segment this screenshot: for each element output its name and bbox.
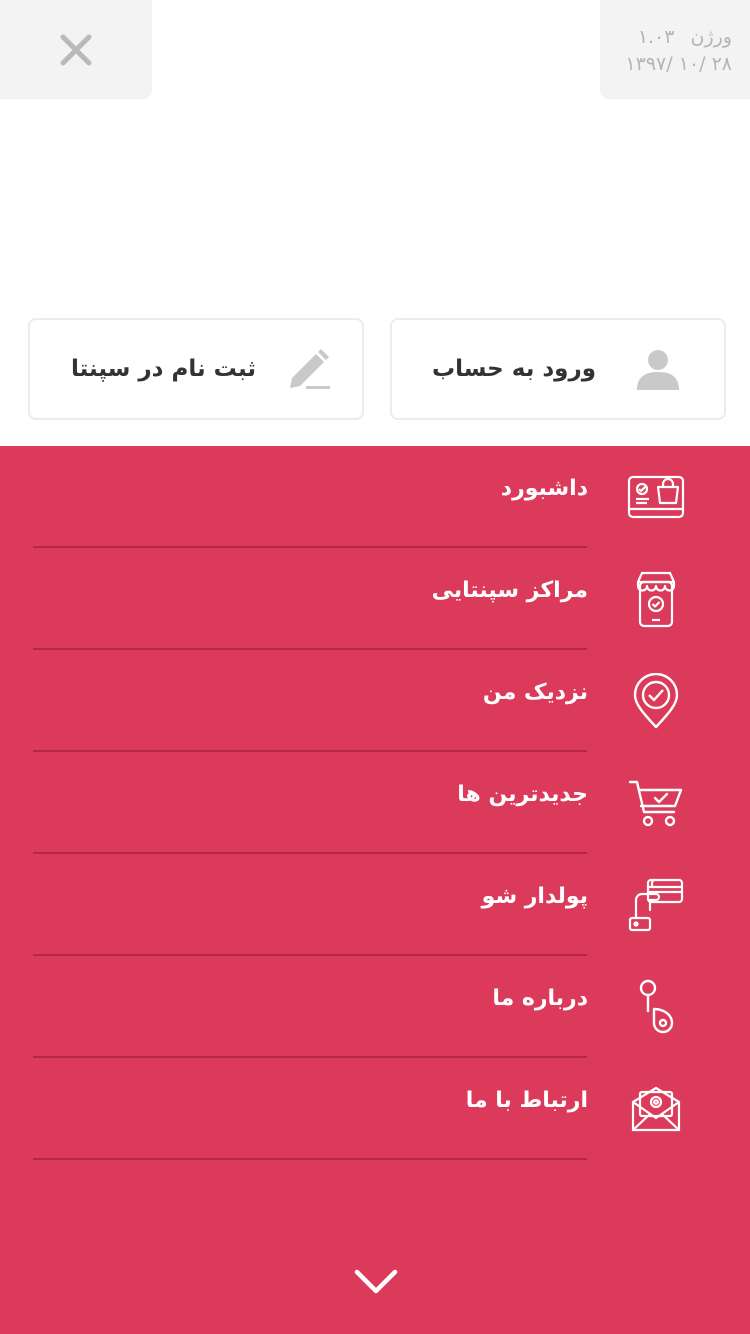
menu-item-get-rich[interactable]: پولدار شو: [0, 854, 750, 956]
login-button[interactable]: ورود به حساب: [390, 318, 726, 420]
version-date: ۲۸ /۱۰ /۱۳۹۷: [625, 53, 732, 75]
card-hand-icon: [624, 877, 688, 933]
menu-item-label: پولدار شو: [481, 884, 588, 909]
close-icon: [60, 34, 92, 65]
menu-item-label: نزدیک من: [482, 680, 588, 705]
side-menu-screen: ورژن ۱.۰۳ ۲۸ /۱۰ /۱۳۹۷ ورود به حساب ثبت …: [0, 0, 750, 1334]
menu-item-about[interactable]: درباره ما: [0, 956, 750, 1058]
menu-item-dashboard[interactable]: داشبورد: [0, 446, 750, 548]
close-button[interactable]: [0, 0, 152, 99]
user-icon: [636, 348, 680, 390]
menu-item-label: مراکز سپنتایی: [431, 578, 588, 603]
cart-icon: [624, 775, 688, 831]
pencil-icon: [288, 348, 332, 390]
menu-item-label: درباره ما: [492, 986, 588, 1011]
version-number: ۱.۰۳: [637, 26, 675, 48]
signup-button[interactable]: ثبت نام در سپنتا: [28, 318, 364, 420]
version-label: ورژن: [690, 26, 732, 48]
store-icon: [624, 571, 688, 628]
collapse-button[interactable]: [350, 1262, 402, 1302]
menu-divider: [33, 1158, 587, 1160]
menu-item-near-me[interactable]: نزدیک من: [0, 650, 750, 752]
location-pin-icon: [624, 673, 688, 729]
menu-item-contact[interactable]: ارتباط با ما: [0, 1058, 750, 1160]
signup-label: ثبت نام در سپنتا: [71, 356, 256, 382]
info-icon: [624, 979, 688, 1035]
menu-item-centers[interactable]: مراکز سپنتایی: [0, 548, 750, 650]
version-line: ورژن ۱.۰۳: [600, 24, 732, 51]
menu-item-newest[interactable]: جدیدترین ها: [0, 752, 750, 854]
version-info: ورژن ۱.۰۳ ۲۸ /۱۰ /۱۳۹۷: [600, 0, 750, 99]
menu-item-label: ارتباط با ما: [465, 1088, 588, 1113]
dashboard-icon: [624, 469, 688, 525]
menu-item-label: داشبورد: [500, 476, 588, 501]
chevron-down-icon: [354, 1269, 398, 1294]
login-label: ورود به حساب: [432, 356, 596, 382]
menu-item-label: جدیدترین ها: [457, 782, 588, 807]
main-menu: داشبورد مراکز سپنتایی نزدیک من جدیدترین …: [0, 446, 750, 1334]
mail-icon: [624, 1081, 688, 1137]
